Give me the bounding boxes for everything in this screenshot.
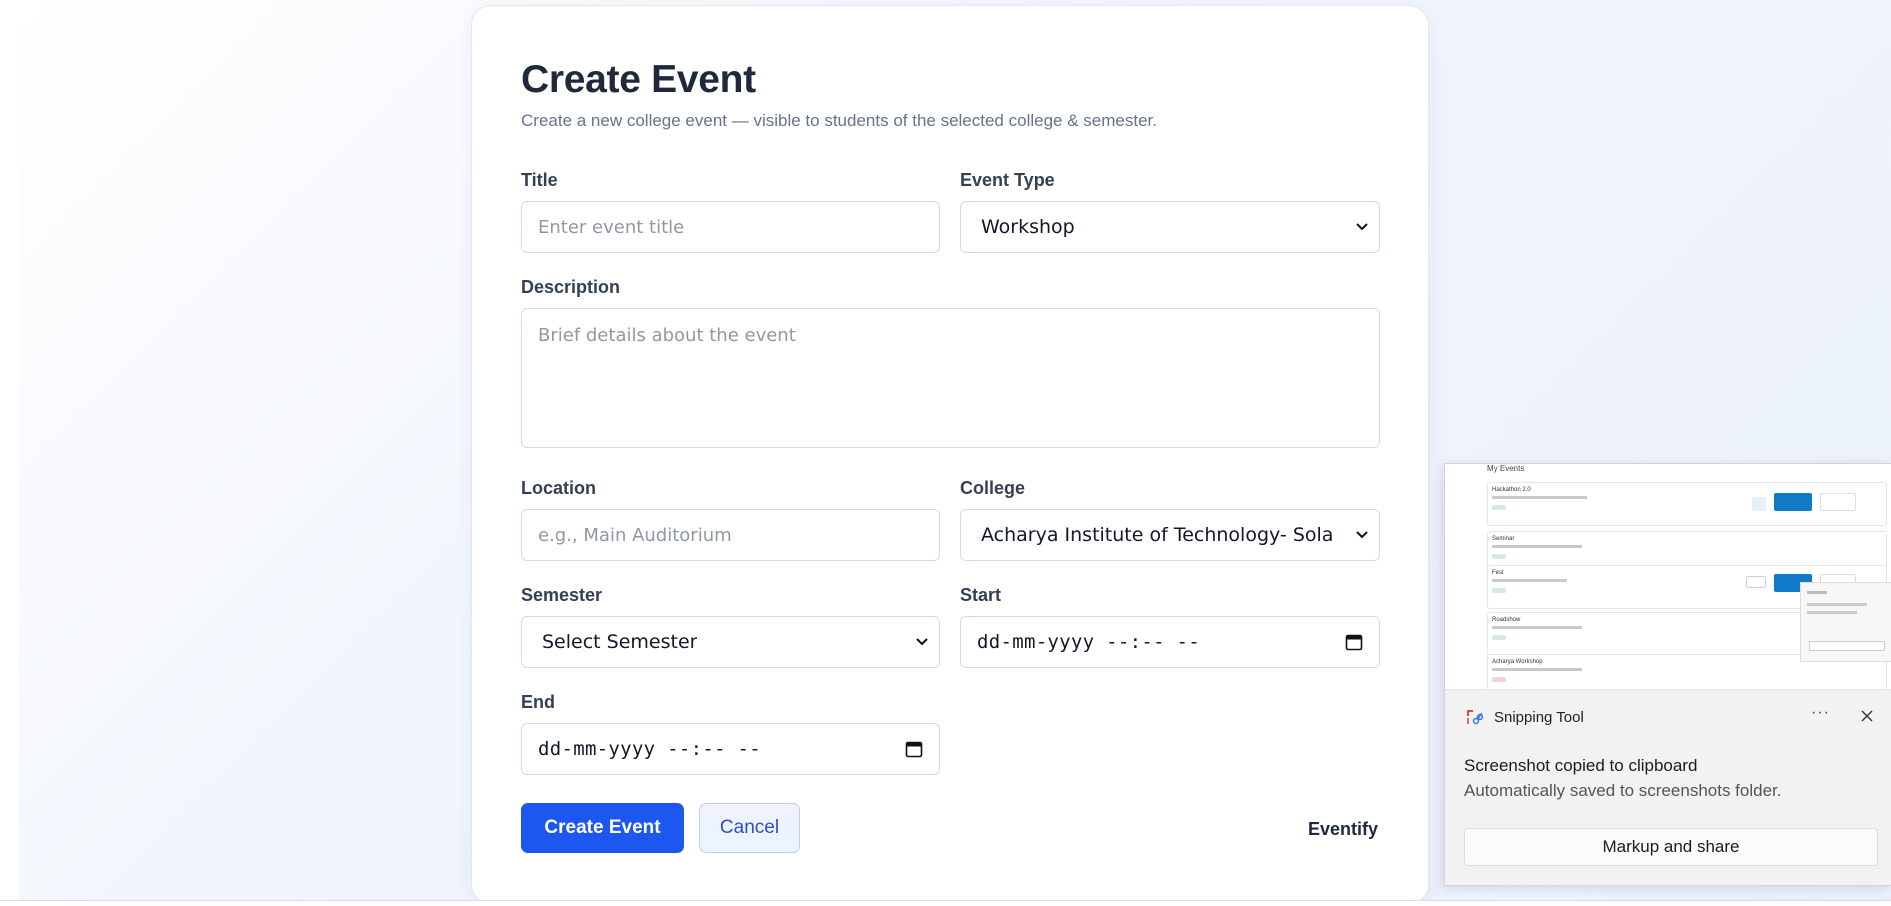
notification-message: Screenshot copied to clipboard — [1464, 756, 1698, 775]
snipping-tool-notification[interactable]: My Events Hackathon 2.0 Seminar Fest Roa… — [1444, 463, 1891, 886]
end-value: dd-mm-yyyy --:-- -- — [538, 738, 762, 760]
preview-nested-line — [1807, 603, 1867, 606]
event-type-select[interactable]: Workshop — [960, 201, 1380, 253]
description-textarea[interactable]: Brief details about the event — [521, 308, 1380, 448]
cancel-button[interactable]: Cancel — [699, 803, 800, 853]
start-datetime-input[interactable]: dd-mm-yyyy --:-- -- — [960, 616, 1380, 668]
location-placeholder: e.g., Main Auditorium — [538, 524, 732, 546]
preview-row-button — [1820, 493, 1856, 511]
close-icon[interactable] — [1858, 707, 1876, 725]
create-event-card: Create Event Create a new college event … — [471, 5, 1429, 904]
college-label: College — [960, 478, 1026, 498]
page-subtitle: Create a new college event — visible to … — [521, 111, 1157, 130]
preview-row-line — [1492, 668, 1582, 671]
page-title: Create Event — [521, 58, 756, 101]
markup-and-share-button[interactable]: Markup and share — [1464, 828, 1878, 866]
start-value: dd-mm-yyyy --:-- -- — [977, 631, 1201, 653]
left-edge — [0, 0, 19, 900]
preview-nested-notification — [1800, 582, 1891, 662]
chevron-down-icon — [916, 638, 928, 646]
chevron-down-icon — [1356, 531, 1368, 539]
description-label: Description — [521, 277, 621, 297]
title-label: Title — [521, 170, 558, 190]
preview-row-line — [1492, 579, 1567, 582]
event-type-value: Workshop — [981, 216, 1075, 238]
preview-row-title: Acharya Workshop — [1492, 659, 1543, 665]
preview-nested-line — [1807, 591, 1827, 594]
event-type-label: Event Type — [960, 170, 1055, 190]
bottom-edge — [0, 900, 1891, 906]
end-datetime-input[interactable]: dd-mm-yyyy --:-- -- — [521, 723, 940, 775]
preview-row: Hackathon 2.0 — [1487, 482, 1887, 526]
preview-row-button — [1752, 497, 1766, 511]
title-placeholder: Enter event title — [538, 216, 685, 238]
preview-row-title: Fest — [1492, 570, 1504, 576]
preview-row-pill — [1492, 554, 1506, 559]
preview-row-line — [1492, 545, 1582, 548]
screenshot-preview[interactable]: My Events Hackathon 2.0 Seminar Fest Roa… — [1445, 464, 1891, 690]
more-options-button[interactable]: ··· — [1811, 704, 1830, 722]
calendar-icon[interactable] — [905, 740, 923, 758]
location-input[interactable]: e.g., Main Auditorium — [521, 509, 940, 561]
preview-nested-line — [1807, 611, 1857, 614]
preview-row-title: Roadshow — [1492, 617, 1521, 623]
preview-nested-button — [1809, 641, 1885, 651]
preview-title: My Events — [1487, 464, 1525, 473]
semester-value: Select Semester — [542, 631, 698, 653]
notification-header: Snipping Tool — [1464, 707, 1584, 727]
semester-label: Semester — [521, 585, 603, 605]
preview-row-line — [1492, 496, 1587, 499]
description-placeholder: Brief details about the event — [538, 325, 796, 346]
title-input[interactable]: Enter event title — [521, 201, 940, 253]
start-label: Start — [960, 585, 1002, 605]
preview-row-line — [1492, 626, 1582, 629]
preview-row-pill — [1492, 505, 1506, 510]
preview-row-pill — [1492, 677, 1506, 682]
location-label: Location — [521, 478, 596, 498]
create-event-button[interactable]: Create Event — [521, 803, 684, 853]
preview-row-pill — [1492, 588, 1506, 593]
college-value: Acharya Institute of Technology- Soladev… — [981, 524, 1333, 546]
preview-row-pill — [1492, 635, 1506, 640]
end-label: End — [521, 692, 555, 712]
chevron-down-icon — [1356, 223, 1368, 231]
semester-select[interactable]: Select Semester — [521, 616, 940, 668]
preview-row-title: Hackathon 2.0 — [1492, 487, 1531, 493]
preview-row-button — [1774, 493, 1812, 511]
preview-row-button — [1746, 576, 1766, 588]
notification-app-name: Snipping Tool — [1494, 708, 1584, 726]
snipping-tool-icon — [1467, 710, 1484, 725]
calendar-icon[interactable] — [1345, 633, 1363, 651]
preview-row-title: Seminar — [1492, 536, 1515, 542]
college-select[interactable]: Acharya Institute of Technology- Soladev… — [960, 509, 1380, 561]
notification-sub-message: Automatically saved to screenshots folde… — [1464, 781, 1782, 800]
brand-name: Eventify — [1307, 819, 1378, 839]
